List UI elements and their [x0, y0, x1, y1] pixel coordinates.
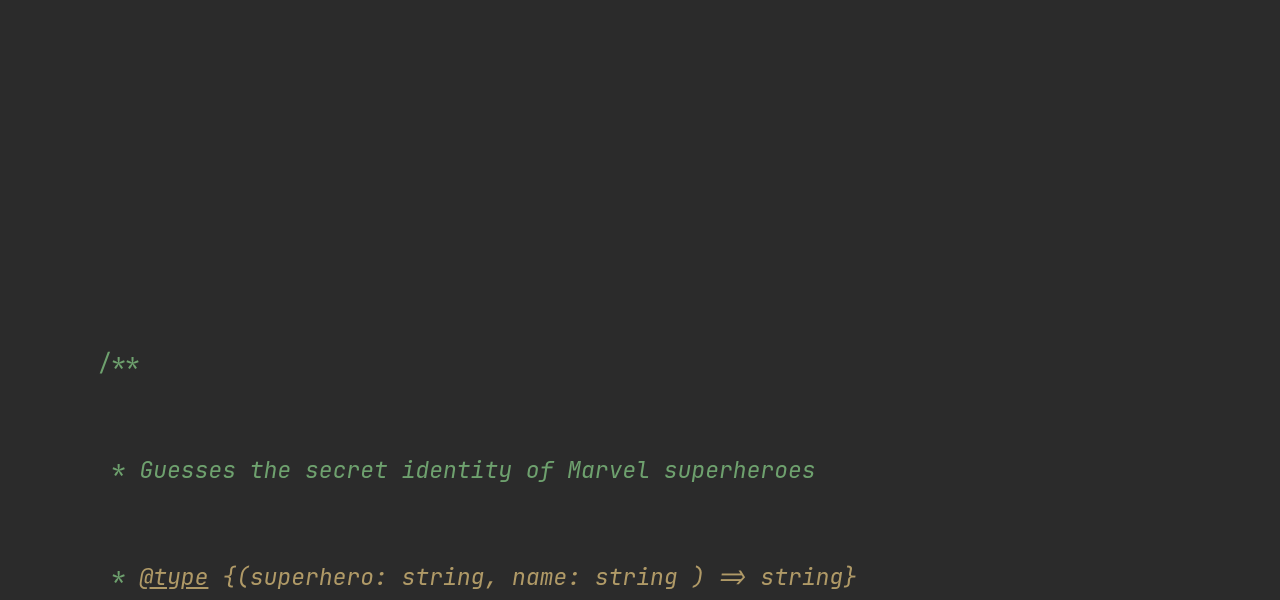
jsdoc-open: /** — [98, 346, 139, 382]
jsdoc-tag-type: @type — [139, 560, 208, 596]
code-line: * @type {(superhero: string, name: strin… — [98, 560, 1280, 596]
code-line: /** — [98, 346, 1280, 382]
code-editor[interactable]: /** * Guesses the secret identity of Mar… — [98, 275, 1280, 600]
jsdoc-type-sig: {(superhero: string, name: string ) => s… — [222, 560, 857, 596]
code-line: * Guesses the secret identity of Marvel … — [98, 453, 1280, 489]
jsdoc-description: Guesses the secret identity of Marvel su… — [139, 453, 815, 489]
jsdoc-star: * — [98, 453, 139, 489]
jsdoc-star: * — [98, 560, 139, 596]
jsdoc-type-sig — [208, 560, 222, 596]
